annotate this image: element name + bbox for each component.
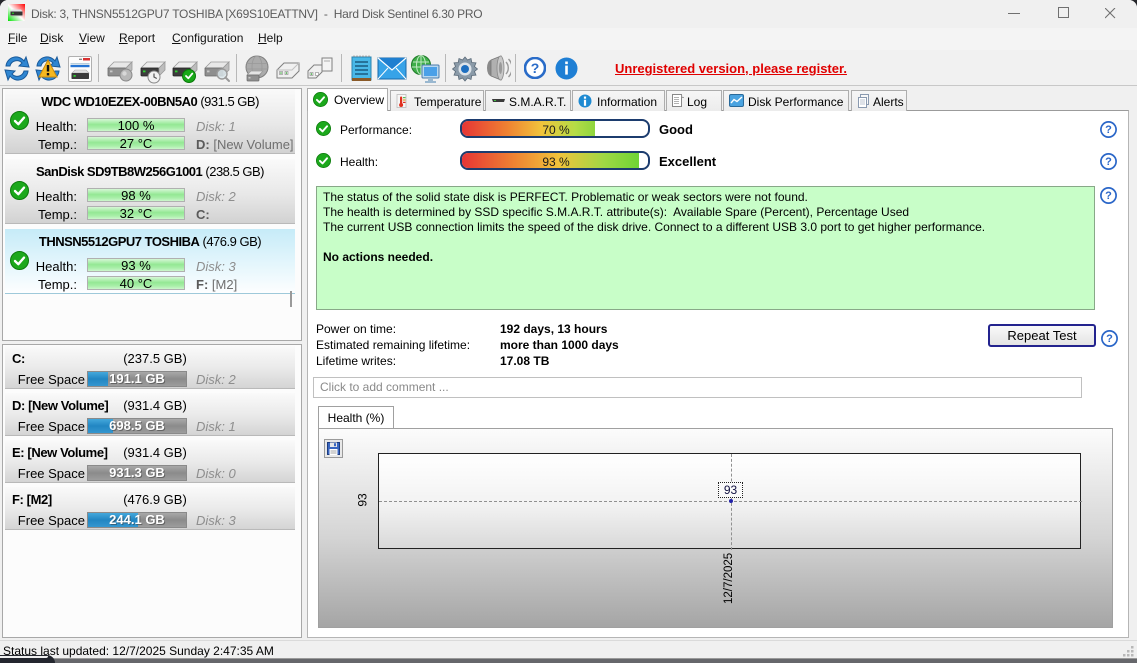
svg-text:?: ? [1106, 333, 1113, 345]
svg-text:?: ? [1105, 190, 1112, 202]
svg-text:?: ? [1105, 124, 1112, 136]
svg-text:?: ? [1105, 156, 1112, 168]
